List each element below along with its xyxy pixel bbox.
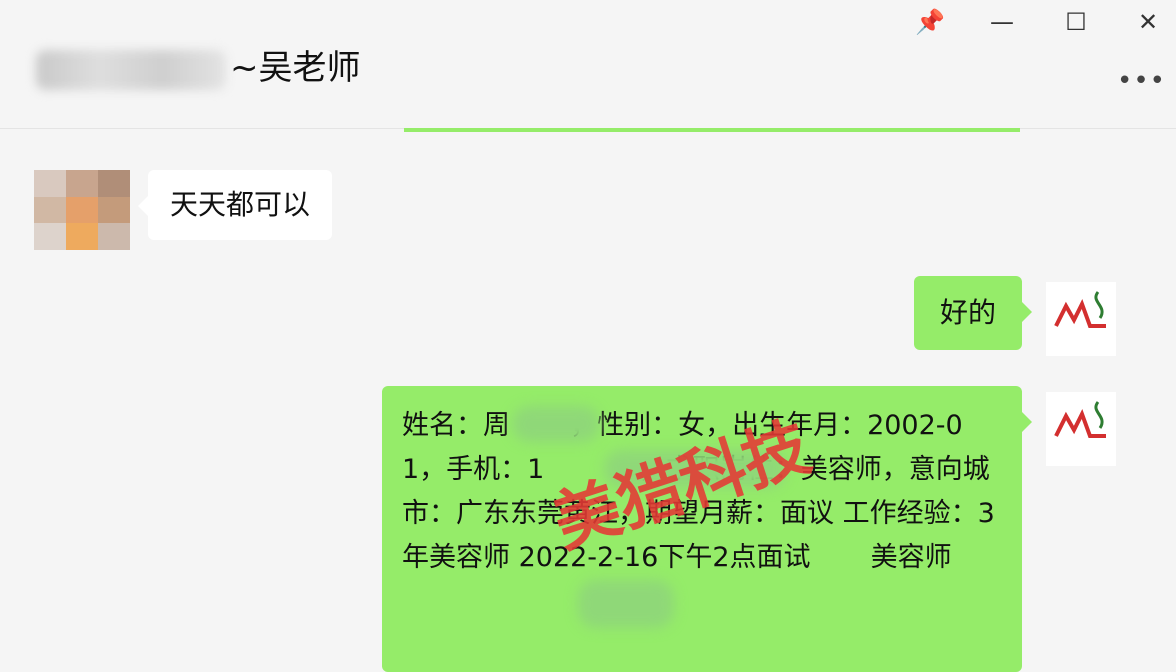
chat-title-text: ~吴老师 — [230, 48, 361, 88]
chat-titlebar: ~吴老师 📌 — ☐ ✕ ••• — [0, 0, 1176, 129]
redacted-company-patch — [578, 580, 674, 628]
blurred-name — [36, 49, 226, 90]
outgoing-message[interactable]: 好的 — [914, 276, 1032, 350]
more-options-icon[interactable]: ••• — [1117, 66, 1166, 96]
previous-message-bubble — [404, 128, 1020, 132]
my-avatar[interactable] — [1046, 282, 1116, 356]
maximize-icon[interactable]: ☐ — [1058, 4, 1094, 40]
company-logo-icon — [1054, 291, 1106, 328]
redacted-name-patch — [512, 406, 600, 442]
minimize-icon[interactable]: — — [984, 4, 1020, 40]
my-avatar[interactable] — [1046, 392, 1116, 466]
pin-icon[interactable]: 📌 — [912, 4, 948, 40]
contact-avatar[interactable] — [34, 170, 130, 250]
close-icon[interactable]: ✕ — [1130, 4, 1166, 40]
chat-title: ~吴老师 — [36, 40, 361, 90]
company-logo-icon — [1054, 401, 1106, 438]
incoming-message[interactable]: 天天都可以 — [137, 170, 333, 240]
